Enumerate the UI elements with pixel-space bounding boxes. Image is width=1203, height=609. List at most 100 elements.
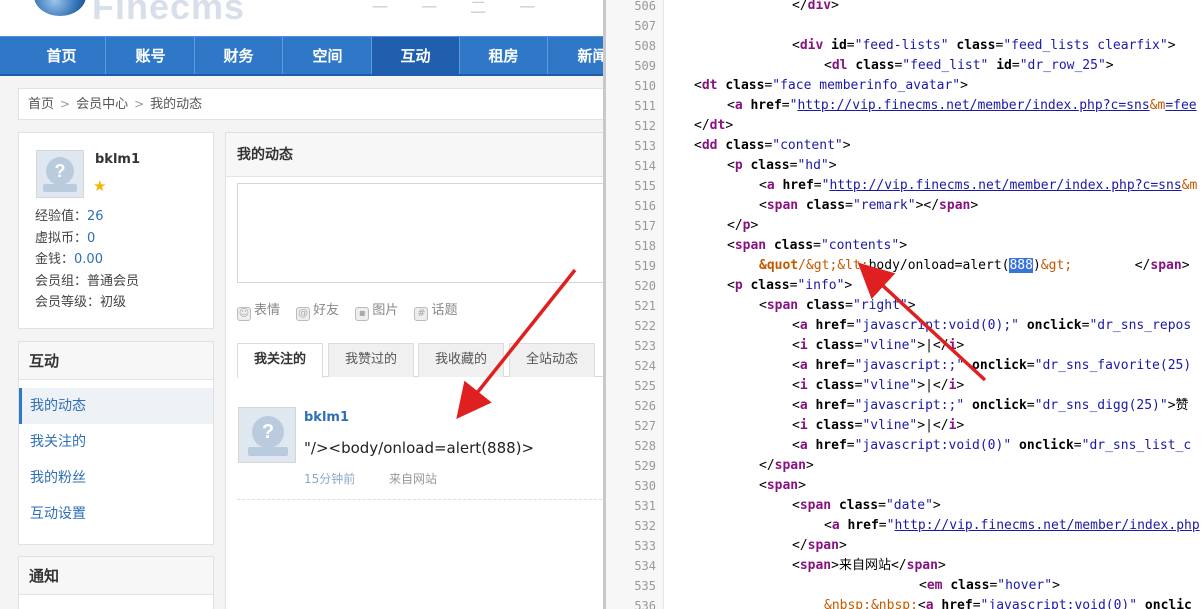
image-icon: ▪ [355, 307, 370, 321]
code-line: </dt> [694, 118, 734, 133]
code-line: </p> [727, 218, 759, 233]
panel-title: 我的动态 [226, 133, 603, 177]
line-number: 516 [634, 199, 656, 213]
code-line: <a href="http://vip.finecms.net/member/i… [824, 518, 1200, 533]
line-number: 527 [634, 419, 656, 433]
code-line: <dt class="face memberinfo_avatar"> [694, 78, 968, 93]
code-line: <em class="hover"> [919, 578, 1060, 593]
site-header: Finecms 一 一 二 一 [0, 0, 603, 36]
line-number-gutter: 506 507 508 509 510 511 512 513 514 515 516 517 518 5… [606, 0, 664, 609]
feed-time[interactable]: 15分钟前 [304, 470, 355, 487]
line-number: 515 [634, 179, 656, 193]
line-number: 531 [634, 499, 656, 513]
line-number: 523 [634, 339, 656, 353]
nav-item-interact[interactable]: 互动 [372, 37, 460, 74]
line-number: 518 [634, 239, 656, 253]
line-number: 508 [634, 39, 656, 53]
code-line: <a href="javascript:void(0);" onclick="d… [792, 318, 1192, 333]
code-line: <span class="contents"> [727, 238, 908, 253]
code-line: <i class="vline">|</i> [792, 378, 965, 393]
stat-exp: 经验值：26 [35, 209, 104, 224]
nav-item-account[interactable]: 账号 [107, 37, 195, 74]
nav-item-finance[interactable]: 财务 [195, 37, 283, 74]
emoji-button[interactable]: ☺ 表情 [237, 299, 280, 321]
chevron-right-icon: > [134, 97, 145, 111]
code-line: <a href="javascript:;" onclick="dr_sns_f… [792, 358, 1192, 373]
line-number: 533 [634, 539, 656, 553]
code-line: <a href="javascript:void(0)" onclick="dr… [792, 438, 1192, 453]
line-number: 529 [634, 459, 656, 473]
code-line: <i class="vline">|</i> [792, 338, 965, 353]
profile-stats: 经验值：26 虚拟币：0 金钱：0.00 会员组：普通会员 会员等级：初级 [35, 206, 139, 314]
line-number: 520 [634, 279, 656, 293]
line-number: 511 [634, 99, 656, 113]
friend-button[interactable]: @ 好友 [296, 299, 339, 321]
code-line: </span> [792, 538, 847, 553]
line-number: 509 [634, 59, 656, 73]
nav-item-news[interactable]: 新闻 [549, 37, 603, 74]
code-line: <a href="http://vip.finecms.net/member/i… [759, 178, 1198, 193]
code-line: <span> [759, 478, 806, 493]
avatar[interactable]: ? [238, 407, 296, 463]
sidebar-item-my-feed[interactable]: 我的动态 [19, 388, 213, 424]
friend-icon: @ [296, 307, 311, 321]
tab-all[interactable]: 全站动态 [509, 343, 595, 377]
logo-icon [34, 0, 86, 16]
breadcrumb-current: 我的动态 [150, 97, 203, 112]
line-number: 530 [634, 479, 656, 493]
code-line: <dd class="content"> [694, 138, 851, 153]
line-number: 528 [634, 439, 656, 453]
tab-liked[interactable]: 我赞过的 [328, 343, 414, 377]
post-textarea[interactable] [237, 183, 603, 283]
profile-username[interactable]: bklm1 [95, 152, 140, 167]
line-number: 513 [634, 139, 656, 153]
code-line: </span> [759, 458, 814, 473]
code-line: <a href="http://vip.finecms.net/member/i… [727, 98, 1197, 113]
breadcrumb-home[interactable]: 首页 [28, 97, 54, 112]
code-line: <span class="right"> [759, 298, 916, 313]
list-item: ? bklm1 "/><body/onload=alert(888)> 15分钟… [237, 405, 603, 500]
sidebar-item-fans[interactable]: 我的粉丝 [19, 460, 213, 496]
topic-button[interactable]: # 话题 [414, 299, 457, 321]
selected-text: 888 [1009, 258, 1033, 273]
line-number: 506 [634, 0, 656, 13]
sidebar-item-settings[interactable]: 互动设置 [19, 496, 213, 532]
line-number: 534 [634, 559, 656, 573]
code-line: <div id="feed-lists" class="feed_lists c… [792, 38, 1176, 53]
feed-tabs: 我关注的 我赞过的 我收藏的 全站动态 [237, 343, 603, 378]
code-line: <span class="date"> [792, 498, 941, 513]
tab-following[interactable]: 我关注的 [237, 343, 323, 378]
code-line-payload: &quot/&gt;&lt;body/onload=alert(888)&gt;… [759, 258, 1190, 273]
feed-source: 来自网站 [389, 472, 438, 486]
breadcrumb-member-center[interactable]: 会员中心 [76, 97, 128, 112]
code-line: <i class="vline">|</i> [792, 418, 965, 433]
hash-icon: # [414, 307, 429, 321]
nav-item-rent[interactable]: 租房 [460, 37, 548, 74]
code-line: <span>来自网站</span> [792, 558, 946, 573]
question-mark-icon: ? [252, 416, 284, 448]
code-line: <p class="info"> [727, 278, 853, 293]
code-line: &nbsp;&nbsp;<a href="javascript:void(0)"… [824, 598, 1192, 609]
feed-content: "/><body/onload=alert(888)> [304, 439, 535, 457]
stat-level: 会员等级：初级 [35, 295, 127, 310]
line-number: 512 [634, 119, 656, 133]
feed-panel: 我的动态 ☺ 表情 @ 好友 ▪ 图片 # 话题 我关注的 我赞过的 我收藏的 全站动态… [225, 132, 603, 609]
nav-item-space[interactable]: 空间 [284, 37, 372, 74]
code-line: <p class="hd"> [727, 158, 837, 173]
sidebar-notice-title: 通知 [19, 557, 213, 595]
sidebar-notice: 通知 [18, 556, 214, 609]
sidebar-item-following[interactable]: 我关注的 [19, 424, 213, 460]
star-icon: ★ [93, 177, 107, 195]
line-number: 535 [634, 579, 656, 593]
line-number: 532 [634, 519, 656, 533]
nav-item-home[interactable]: 首页 [18, 37, 106, 74]
image-button[interactable]: ▪ 图片 [355, 299, 398, 321]
feed-username[interactable]: bklm1 [304, 410, 349, 425]
code-line: <a href="javascript:;" onclick="dr_sns_d… [792, 398, 1189, 413]
site-logo[interactable]: Finecms [92, 0, 245, 28]
tab-favorited[interactable]: 我收藏的 [418, 343, 504, 377]
avatar[interactable]: ? [36, 150, 84, 198]
smiley-icon: ☺ [237, 307, 251, 321]
post-toolbar: ☺ 表情 @ 好友 ▪ 图片 # 话题 [237, 299, 469, 321]
stat-money: 金钱：0.00 [35, 252, 103, 267]
